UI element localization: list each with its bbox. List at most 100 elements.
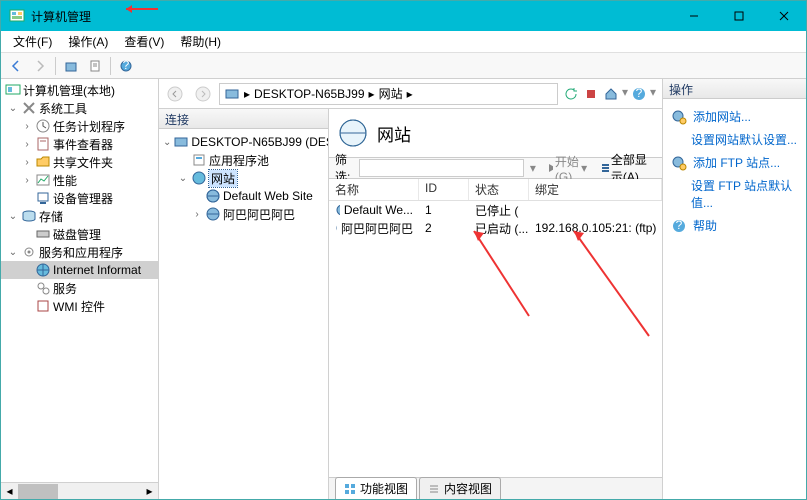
tree-storage[interactable]: ⌄存储 bbox=[1, 207, 158, 225]
grid-icon bbox=[344, 483, 356, 495]
conn-root-label: DESKTOP-N65BJ99 (DESKTOP bbox=[191, 135, 328, 149]
tree-root[interactable]: 计算机管理(本地) bbox=[1, 81, 158, 99]
expander-icon[interactable]: ⌄ bbox=[177, 173, 189, 184]
conn-root[interactable]: ⌄ DESKTOP-N65BJ99 (DESKTOP bbox=[159, 133, 328, 151]
action-set-ftp-defaults[interactable]: 设置 FTP 站点默认值... bbox=[669, 174, 800, 214]
app-pool-icon bbox=[191, 152, 207, 168]
menu-file[interactable]: 文件(F) bbox=[5, 31, 60, 52]
iis-icon bbox=[35, 262, 51, 278]
list-row[interactable]: 阿巴阿巴阿巴 2 已启动 (... 192.168.0.105:21: (ftp… bbox=[329, 219, 662, 237]
actions-pane: 操作 添加网站... 设置网站默认设置... 添加 FTP 站点... 设置 F… bbox=[663, 79, 806, 499]
expander-icon[interactable]: › bbox=[21, 121, 33, 132]
device-icon bbox=[35, 190, 51, 206]
up-button[interactable] bbox=[60, 56, 82, 76]
col-name[interactable]: 名称 bbox=[329, 179, 419, 200]
crumb-sites[interactable]: 网站 bbox=[379, 85, 403, 102]
nav-back-button[interactable] bbox=[163, 82, 187, 106]
minimize-button[interactable] bbox=[671, 1, 716, 31]
tree-diskmgr-label: 磁盘管理 bbox=[53, 226, 101, 243]
tree-event-viewer[interactable]: › 事件查看器 bbox=[1, 135, 158, 153]
detail-pane: 网站 筛选: ▾ 开始(G) ▾ 全部显示(A) 名称 ID 状态 绑定 bbox=[329, 109, 662, 499]
sites-large-icon bbox=[337, 117, 369, 149]
action-add-website[interactable]: 添加网站... bbox=[669, 105, 800, 128]
action-set-website-defaults[interactable]: 设置网站默认设置... bbox=[669, 128, 800, 151]
tree-wmi[interactable]: WMI 控件 bbox=[1, 297, 158, 315]
help-button[interactable]: ? bbox=[115, 56, 137, 76]
tree-sys-tools-label: 系统工具 bbox=[39, 100, 87, 117]
scroll-right-arrow[interactable]: ▸ bbox=[141, 483, 158, 499]
list-row[interactable]: Default We... 1 已停止 ( bbox=[329, 201, 662, 219]
conn-default-site[interactable]: Default Web Site bbox=[159, 187, 328, 205]
tree-root-label: 计算机管理(本地) bbox=[23, 82, 115, 99]
tree-event-label: 事件查看器 bbox=[53, 136, 113, 153]
filter-row: 筛选: ▾ 开始(G) ▾ 全部显示(A) bbox=[329, 157, 662, 179]
tree-system-tools[interactable]: ⌄ 系统工具 bbox=[1, 99, 158, 117]
scroll-left-arrow[interactable]: ◂ bbox=[1, 483, 18, 499]
tree-disk-management[interactable]: 磁盘管理 bbox=[1, 225, 158, 243]
menu-view[interactable]: 查看(V) bbox=[116, 31, 172, 52]
scroll-thumb[interactable] bbox=[18, 484, 58, 499]
stop-icon[interactable] bbox=[582, 85, 600, 103]
tree-task-scheduler[interactable]: ›任务计划程序 bbox=[1, 117, 158, 135]
row0-id: 1 bbox=[419, 203, 469, 217]
col-id[interactable]: ID bbox=[419, 179, 469, 200]
left-scrollbar[interactable]: ◂▸ bbox=[1, 482, 158, 499]
filter-input[interactable] bbox=[359, 159, 524, 177]
globe-icon bbox=[335, 203, 340, 217]
clock-icon bbox=[35, 118, 51, 134]
expander-icon[interactable]: › bbox=[191, 209, 203, 220]
maximize-button[interactable] bbox=[716, 1, 761, 31]
home-icon[interactable] bbox=[602, 85, 620, 103]
row0-name: Default We... bbox=[344, 203, 413, 217]
tree-perf-label: 性能 bbox=[53, 172, 77, 189]
expander-icon[interactable]: ⌄ bbox=[163, 137, 171, 148]
nav-forward-button[interactable] bbox=[191, 82, 215, 106]
globe-add-icon bbox=[671, 109, 687, 125]
connections-header: 连接 bbox=[159, 109, 328, 129]
tools-icon bbox=[21, 100, 37, 116]
detail-header: 网站 bbox=[329, 109, 662, 157]
menu-action[interactable]: 操作(A) bbox=[60, 31, 116, 52]
breadcrumb[interactable]: ▸ DESKTOP-N65BJ99 ▸ 网站 ▸ bbox=[219, 83, 558, 105]
tree-services-apps[interactable]: ⌄ 服务和应用程序 bbox=[1, 243, 158, 261]
conn-custom-site[interactable]: ›阿巴阿巴阿巴 bbox=[159, 205, 328, 223]
tree-devmgr-label: 设备管理器 bbox=[53, 190, 113, 207]
expander-icon[interactable]: ⌄ bbox=[7, 103, 19, 114]
tree-wmi-label: WMI 控件 bbox=[53, 298, 105, 315]
close-button[interactable] bbox=[761, 1, 806, 31]
conn-app-pools[interactable]: 应用程序池 bbox=[159, 151, 328, 169]
tree-device-manager[interactable]: 设备管理器 bbox=[1, 189, 158, 207]
col-state[interactable]: 状态 bbox=[469, 179, 529, 200]
action-help[interactable]: ?帮助 bbox=[669, 214, 800, 237]
tab-content[interactable]: 内容视图 bbox=[419, 477, 501, 499]
tab-features[interactable]: 功能视图 bbox=[335, 477, 417, 499]
tree-performance[interactable]: › 性能 bbox=[1, 171, 158, 189]
conn-sites[interactable]: ⌄网站 bbox=[159, 169, 328, 187]
ftp-add-icon bbox=[671, 155, 687, 171]
forward-button[interactable] bbox=[29, 56, 51, 76]
tree-svcapps-label: 服务和应用程序 bbox=[39, 244, 123, 261]
tree-services[interactable]: 服务 bbox=[1, 279, 158, 297]
help-icon[interactable]: ? bbox=[630, 85, 648, 103]
services-icon bbox=[35, 280, 51, 296]
expander-icon[interactable]: › bbox=[21, 157, 33, 168]
row1-bind: 192.168.0.105:21: (ftp) bbox=[529, 221, 662, 235]
tree-iis[interactable]: Internet Informat bbox=[1, 261, 158, 279]
list-body: Default We... 1 已停止 ( 阿巴阿巴阿巴 2 已启动 (... … bbox=[329, 201, 662, 477]
expander-icon[interactable]: › bbox=[21, 175, 33, 186]
row0-state: 已停止 ( bbox=[469, 202, 529, 219]
tree-shared-folders[interactable]: ›共享文件夹 bbox=[1, 153, 158, 171]
action-add-ftp-site[interactable]: 添加 FTP 站点... bbox=[669, 151, 800, 174]
crumb-server[interactable]: DESKTOP-N65BJ99 bbox=[254, 87, 365, 101]
properties-button[interactable] bbox=[84, 56, 106, 76]
refresh-icon[interactable] bbox=[562, 85, 580, 103]
conn-apppools-label: 应用程序池 bbox=[209, 152, 269, 169]
back-button[interactable] bbox=[5, 56, 27, 76]
col-bind[interactable]: 绑定 bbox=[529, 179, 662, 200]
expander-icon[interactable]: ⌄ bbox=[7, 211, 19, 222]
list-header: 名称 ID 状态 绑定 bbox=[329, 179, 662, 201]
row1-id: 2 bbox=[419, 221, 469, 235]
menu-help[interactable]: 帮助(H) bbox=[172, 31, 229, 52]
expander-icon[interactable]: › bbox=[21, 139, 33, 150]
expander-icon[interactable]: ⌄ bbox=[7, 247, 19, 258]
